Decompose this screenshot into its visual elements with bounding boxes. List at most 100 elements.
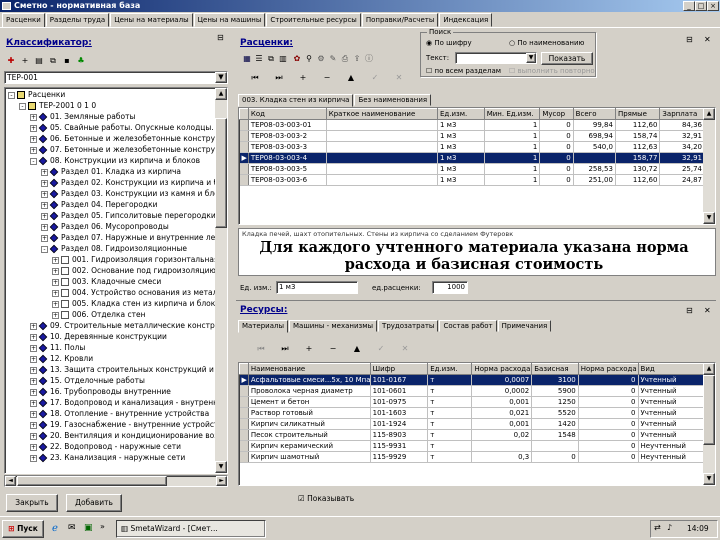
expand-icon[interactable]: + bbox=[52, 289, 59, 297]
res-scrollbar[interactable]: ▲ ▼ bbox=[703, 363, 715, 485]
table-cell[interactable]: 0 bbox=[578, 429, 639, 441]
tree-node[interactable]: - ТЕР-2001 0 1 0 bbox=[19, 100, 96, 111]
table-cell[interactable]: 25,74 bbox=[659, 163, 705, 175]
table-cell[interactable]: 0 bbox=[531, 451, 579, 463]
table-cell[interactable]: 251,00 bbox=[573, 174, 616, 186]
table-row[interactable]: ▶ ТЕР08-03-003-4 1 м3 1 0 158,77 32,91 bbox=[239, 152, 705, 164]
expand-icon[interactable]: + bbox=[30, 113, 37, 121]
rates-info-icon[interactable]: ⓘ bbox=[362, 52, 376, 66]
res-scroll-down-icon[interactable]: ▼ bbox=[703, 473, 715, 485]
search-input[interactable]: ▼ bbox=[455, 52, 537, 64]
table-cell[interactable]: 130,72 bbox=[615, 163, 661, 175]
expand-icon[interactable]: + bbox=[30, 146, 37, 154]
expand-icon[interactable]: + bbox=[30, 355, 37, 363]
scroll-thumb[interactable] bbox=[215, 118, 227, 228]
table-cell[interactable]: ТЕР08-03-003-5 bbox=[248, 163, 327, 175]
table-cell[interactable]: 258,53 bbox=[573, 163, 616, 175]
tree-node[interactable]: +12. Кровли bbox=[30, 353, 93, 364]
table-cell[interactable]: 158,74 bbox=[615, 130, 661, 142]
tree-node[interactable]: - Расценки bbox=[8, 89, 65, 100]
tree-node[interactable]: - 08. Конструкции из кирпича и блоков bbox=[30, 155, 200, 166]
table-cell[interactable]: 115-9931 bbox=[370, 440, 429, 452]
subtab-section[interactable]: 003. Кладка стен из кирпича bbox=[238, 94, 354, 107]
table-cell[interactable]: 1420 bbox=[531, 418, 579, 430]
outlook-icon[interactable]: ✉ bbox=[68, 523, 76, 533]
expand-icon[interactable]: + bbox=[30, 135, 37, 143]
table-row[interactable]: Раствор готовый 101-1603 т 0,021 5520 0 Учтенн… bbox=[239, 407, 706, 419]
table-cell[interactable] bbox=[326, 174, 438, 186]
table-cell[interactable]: Учтенный bbox=[638, 418, 706, 430]
column-header[interactable]: Норма расхода bbox=[471, 363, 533, 375]
tree-node[interactable]: +18. Отопление - внутренние устройства bbox=[30, 408, 209, 419]
tree-node[interactable]: +19. Газоснабжение - внутренние устройст… bbox=[30, 419, 216, 430]
table-cell[interactable]: Учтенный bbox=[638, 385, 706, 397]
expand-icon[interactable]: + bbox=[30, 333, 37, 341]
check-repeat[interactable]: ☐ выполнить повторно bbox=[509, 67, 595, 75]
rates-scroll-down-icon[interactable]: ▼ bbox=[703, 212, 715, 224]
table-cell[interactable]: 1548 bbox=[531, 429, 579, 441]
tree-node[interactable]: + Раздел 02. Конструкции из кирпича и бло bbox=[41, 177, 216, 188]
res-scroll-up-icon[interactable]: ▲ bbox=[703, 363, 715, 375]
scroll-up-icon[interactable]: ▲ bbox=[215, 88, 227, 100]
tree-node[interactable]: +006. Отделка стен bbox=[52, 309, 145, 320]
tree-node[interactable]: + Раздел 01. Кладка из кирпича bbox=[41, 166, 181, 177]
table-cell[interactable]: 1 bbox=[484, 163, 541, 175]
table-cell[interactable]: Кирпич шамотный bbox=[248, 451, 371, 463]
tab-material-prices[interactable]: Цены на материалы bbox=[110, 13, 193, 27]
tree-node[interactable]: + Раздел 06. Мусоропроводы bbox=[41, 221, 169, 232]
table-cell[interactable]: 0,0007 bbox=[471, 374, 533, 386]
tree-node[interactable]: + Раздел 07. Наружные и внутренние лест bbox=[41, 232, 216, 243]
tree-node[interactable]: +17. Водопровод и канализация - внутренн… bbox=[30, 397, 216, 408]
column-header[interactable]: Код bbox=[247, 108, 327, 120]
expand-icon[interactable]: + bbox=[52, 311, 59, 319]
table-cell[interactable]: Кирпич керамический bbox=[248, 440, 371, 452]
minimize-button[interactable]: _ bbox=[683, 1, 695, 11]
tab-indexing[interactable]: Индексация bbox=[439, 13, 493, 27]
rates-scrollbar[interactable]: ▲ ▼ bbox=[703, 108, 715, 224]
table-cell[interactable] bbox=[326, 141, 438, 153]
tab-labor[interactable]: Разделы труда bbox=[45, 13, 110, 27]
res-tab-labor[interactable]: Трудозатраты bbox=[378, 320, 439, 332]
table-cell[interactable]: Асфальтовые смеси...5х, 10 Мпа bbox=[248, 374, 371, 386]
table-cell[interactable]: 3100 bbox=[531, 374, 579, 386]
table-row[interactable]: Кирпич силикатный 101-1924 т 0,001 1420 0 Учте… bbox=[239, 418, 706, 430]
res-add-icon[interactable]: + bbox=[302, 342, 316, 356]
expand-icon[interactable]: + bbox=[41, 179, 48, 187]
table-cell[interactable]: т bbox=[427, 396, 473, 408]
task-smeta[interactable]: ▥ SmetaWizard - [Смет... bbox=[116, 520, 266, 538]
rates-close-icon[interactable]: ✕ bbox=[704, 35, 711, 44]
table-cell[interactable]: Цемент и бетон bbox=[248, 396, 371, 408]
tree-box-icon[interactable]: ▪ bbox=[60, 54, 74, 68]
tray-network-icon[interactable]: ⇄ bbox=[654, 523, 661, 532]
table-cell[interactable]: Учтенный bbox=[638, 396, 706, 408]
table-cell[interactable]: 0,021 bbox=[471, 407, 533, 419]
table-row[interactable]: Песок строительный 115-8903 т 0,02 1548 0 Учте… bbox=[239, 429, 706, 441]
table-row[interactable]: ТЕР08-03-003-2 1 м3 1 0 698,94 158,74 32,91 bbox=[239, 130, 705, 142]
res-up-icon[interactable]: ▲ bbox=[350, 342, 364, 356]
table-cell[interactable]: 0 bbox=[578, 396, 639, 408]
table-row[interactable]: Цемент и бетон 101-0975 т 0,001 1250 0 Учтенны… bbox=[239, 396, 706, 408]
collapse-icon[interactable]: - bbox=[41, 245, 48, 253]
table-cell[interactable]: 32,91 bbox=[659, 152, 705, 164]
table-cell[interactable]: 112,60 bbox=[615, 119, 661, 131]
tree-node[interactable]: + Раздел 04. Перегородки bbox=[41, 199, 158, 210]
table-row[interactable]: ТЕР08-03-003-3 1 м3 1 0 540,0 112,63 34,20 bbox=[239, 141, 705, 153]
expand-icon[interactable]: + bbox=[41, 190, 48, 198]
table-cell[interactable]: Кирпич силикатный bbox=[248, 418, 371, 430]
res-ok-icon[interactable]: ✓ bbox=[374, 342, 388, 356]
column-header[interactable]: Всего bbox=[572, 108, 616, 120]
expand-icon[interactable]: + bbox=[41, 201, 48, 209]
table-cell[interactable]: Учтенный bbox=[638, 407, 706, 419]
radio-by-name[interactable]: ○ По наименованию bbox=[509, 39, 584, 47]
table-cell[interactable]: ТЕР08-03-003-4 bbox=[248, 152, 327, 164]
resources-pin-icon[interactable]: ⊟ bbox=[686, 306, 693, 315]
hscroll-left-icon[interactable]: ◄ bbox=[5, 476, 16, 486]
table-cell[interactable]: 0,001 bbox=[471, 418, 533, 430]
nav-cancel-icon[interactable]: ✕ bbox=[392, 71, 406, 85]
table-cell[interactable]: 0 bbox=[539, 119, 574, 131]
tray-volume-icon[interactable]: ♪ bbox=[667, 523, 672, 532]
more-icon[interactable]: » bbox=[100, 522, 105, 531]
tab-machine-prices[interactable]: Цены на машины bbox=[193, 13, 266, 27]
table-cell[interactable]: 24,87 bbox=[659, 174, 705, 186]
column-header[interactable]: Шифр bbox=[369, 363, 429, 375]
